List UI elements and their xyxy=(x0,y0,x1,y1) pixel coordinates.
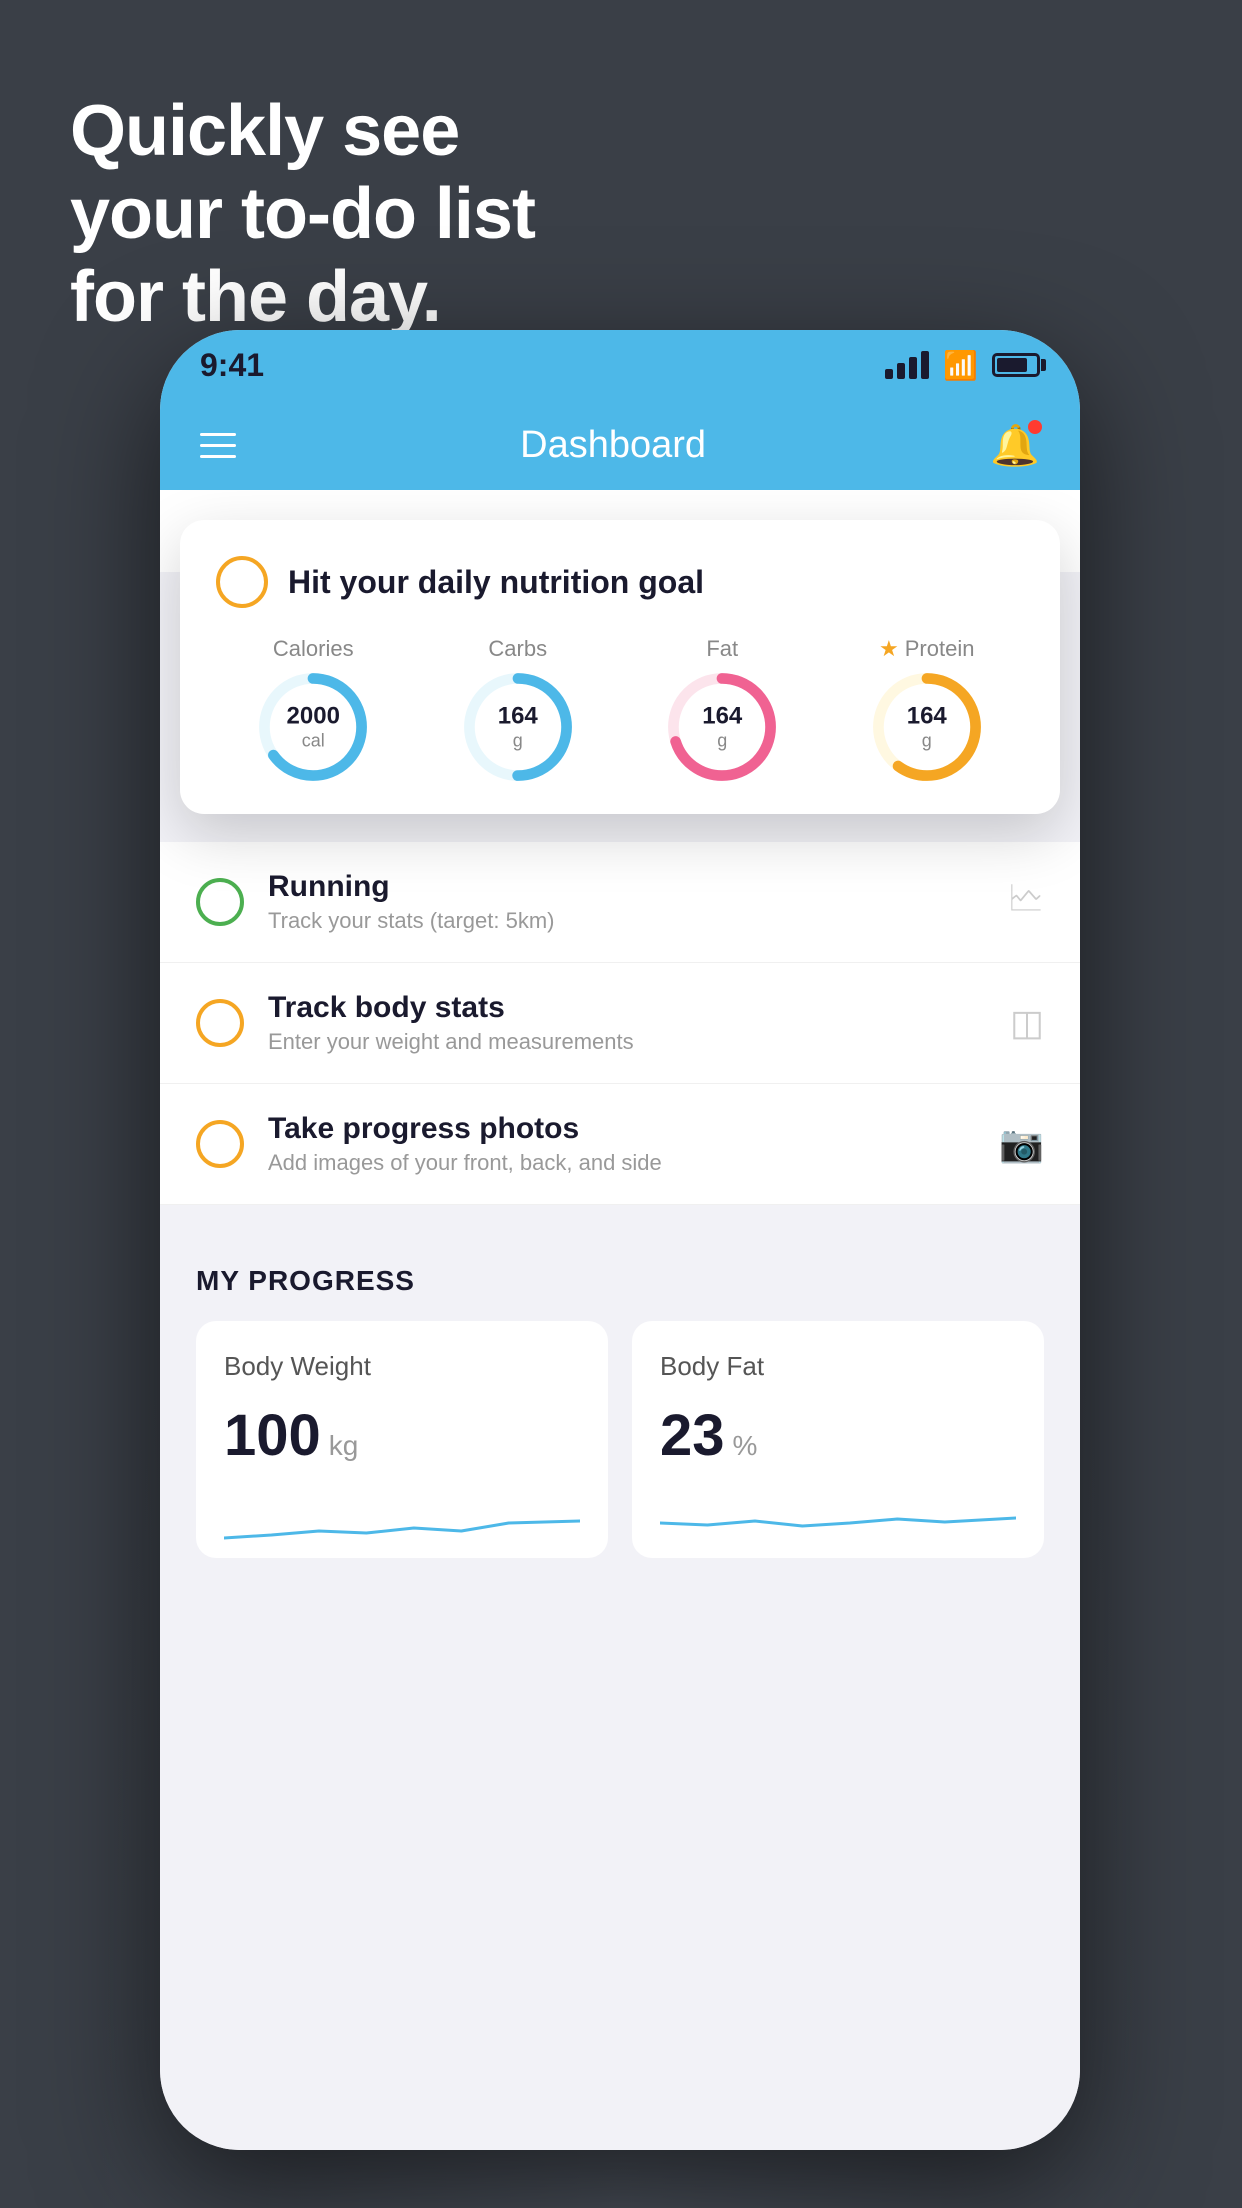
notification-dot xyxy=(1026,418,1044,436)
fat-value: 164 xyxy=(702,703,742,731)
running-title: Running xyxy=(268,870,984,904)
bodystats-title: Track body stats xyxy=(268,991,986,1025)
body-fat-value-row: 23 % xyxy=(660,1402,1016,1469)
body-weight-number: 100 xyxy=(224,1402,321,1469)
donut-carbs: 164 g xyxy=(463,672,573,782)
body-weight-value-row: 100 kg xyxy=(224,1402,580,1469)
macro-fat-label: Fat xyxy=(706,636,738,662)
nutrition-circle-check[interactable] xyxy=(216,556,268,608)
status-icons: 📶 xyxy=(885,349,1040,382)
progress-section: MY PROGRESS Body Weight 100 kg Body Fat xyxy=(160,1225,1080,1578)
progress-cards: Body Weight 100 kg Body Fat 23 % xyxy=(196,1321,1044,1558)
carbs-value: 164 xyxy=(498,703,538,731)
body-fat-unit: % xyxy=(733,1430,758,1462)
bodystats-circle xyxy=(196,999,244,1047)
bodystats-text: Track body stats Enter your weight and m… xyxy=(268,991,986,1055)
donut-protein: 164 g xyxy=(872,672,982,782)
donut-calories: 2000 cal xyxy=(258,672,368,782)
protein-value: 164 xyxy=(907,703,947,731)
photos-subtitle: Add images of your front, back, and side xyxy=(268,1150,975,1176)
macro-protein-label: Protein xyxy=(905,636,975,662)
fat-unit: g xyxy=(702,731,742,752)
nav-title: Dashboard xyxy=(520,424,706,467)
calories-unit: cal xyxy=(287,731,340,752)
headline: Quickly see your to-do list for the day. xyxy=(70,90,535,338)
macros-row: Calories 2000 cal Carbs xyxy=(216,636,1024,782)
photos-title: Take progress photos xyxy=(268,1112,975,1146)
macro-carbs: Carbs 164 g xyxy=(463,636,573,782)
photo-icon: 📷 xyxy=(999,1123,1044,1165)
todo-list: Running Track your stats (target: 5km) 🗠… xyxy=(160,842,1080,1205)
status-bar: 9:41 📶 xyxy=(160,330,1080,400)
menu-icon[interactable] xyxy=(200,433,236,458)
macro-protein: ★ Protein 164 g xyxy=(872,636,982,782)
body-fat-number: 23 xyxy=(660,1402,725,1469)
macro-calories-label: Calories xyxy=(273,636,354,662)
body-weight-card-title: Body Weight xyxy=(224,1351,580,1382)
running-text: Running Track your stats (target: 5km) xyxy=(268,870,984,934)
body-fat-sparkline xyxy=(660,1493,1016,1553)
running-circle xyxy=(196,878,244,926)
list-item[interactable]: Take progress photos Add images of your … xyxy=(160,1084,1080,1205)
battery-icon xyxy=(992,353,1040,377)
shoe-icon: 🗠 xyxy=(1008,872,1044,933)
nutrition-card-title: Hit your daily nutrition goal xyxy=(288,564,704,601)
status-time: 9:41 xyxy=(200,347,264,384)
body-weight-card[interactable]: Body Weight 100 kg xyxy=(196,1321,608,1558)
photos-circle xyxy=(196,1120,244,1168)
list-item[interactable]: Track body stats Enter your weight and m… xyxy=(160,963,1080,1084)
progress-section-title: MY PROGRESS xyxy=(196,1265,1044,1297)
macro-calories: Calories 2000 cal xyxy=(258,636,368,782)
signal-icon xyxy=(885,351,929,379)
nav-bar: Dashboard 🔔 xyxy=(160,400,1080,490)
protein-star-icon: ★ xyxy=(879,636,899,662)
bodystats-subtitle: Enter your weight and measurements xyxy=(268,1029,986,1055)
body-weight-sparkline xyxy=(224,1493,580,1553)
macro-carbs-label: Carbs xyxy=(488,636,547,662)
bell-button[interactable]: 🔔 xyxy=(990,422,1040,469)
list-item[interactable]: Running Track your stats (target: 5km) 🗠 xyxy=(160,842,1080,963)
nutrition-card[interactable]: Hit your daily nutrition goal Calories 2… xyxy=(180,520,1060,814)
body-fat-card-title: Body Fat xyxy=(660,1351,1016,1382)
card-title-row: Hit your daily nutrition goal xyxy=(216,556,1024,608)
donut-fat: 164 g xyxy=(667,672,777,782)
content-area: THINGS TO DO TODAY Hit your daily nutrit… xyxy=(160,490,1080,2150)
macro-fat: Fat 164 g xyxy=(667,636,777,782)
wifi-icon: 📶 xyxy=(943,349,978,382)
carbs-unit: g xyxy=(498,731,538,752)
photos-text: Take progress photos Add images of your … xyxy=(268,1112,975,1176)
running-subtitle: Track your stats (target: 5km) xyxy=(268,908,984,934)
phone-frame: 9:41 📶 Dashboard 🔔 xyxy=(160,330,1080,2150)
calories-value: 2000 xyxy=(287,703,340,731)
body-weight-unit: kg xyxy=(329,1430,359,1462)
macro-protein-label-wrap: ★ Protein xyxy=(879,636,974,662)
protein-unit: g xyxy=(907,731,947,752)
body-fat-card[interactable]: Body Fat 23 % xyxy=(632,1321,1044,1558)
scale-icon: ◫ xyxy=(1010,1002,1044,1044)
